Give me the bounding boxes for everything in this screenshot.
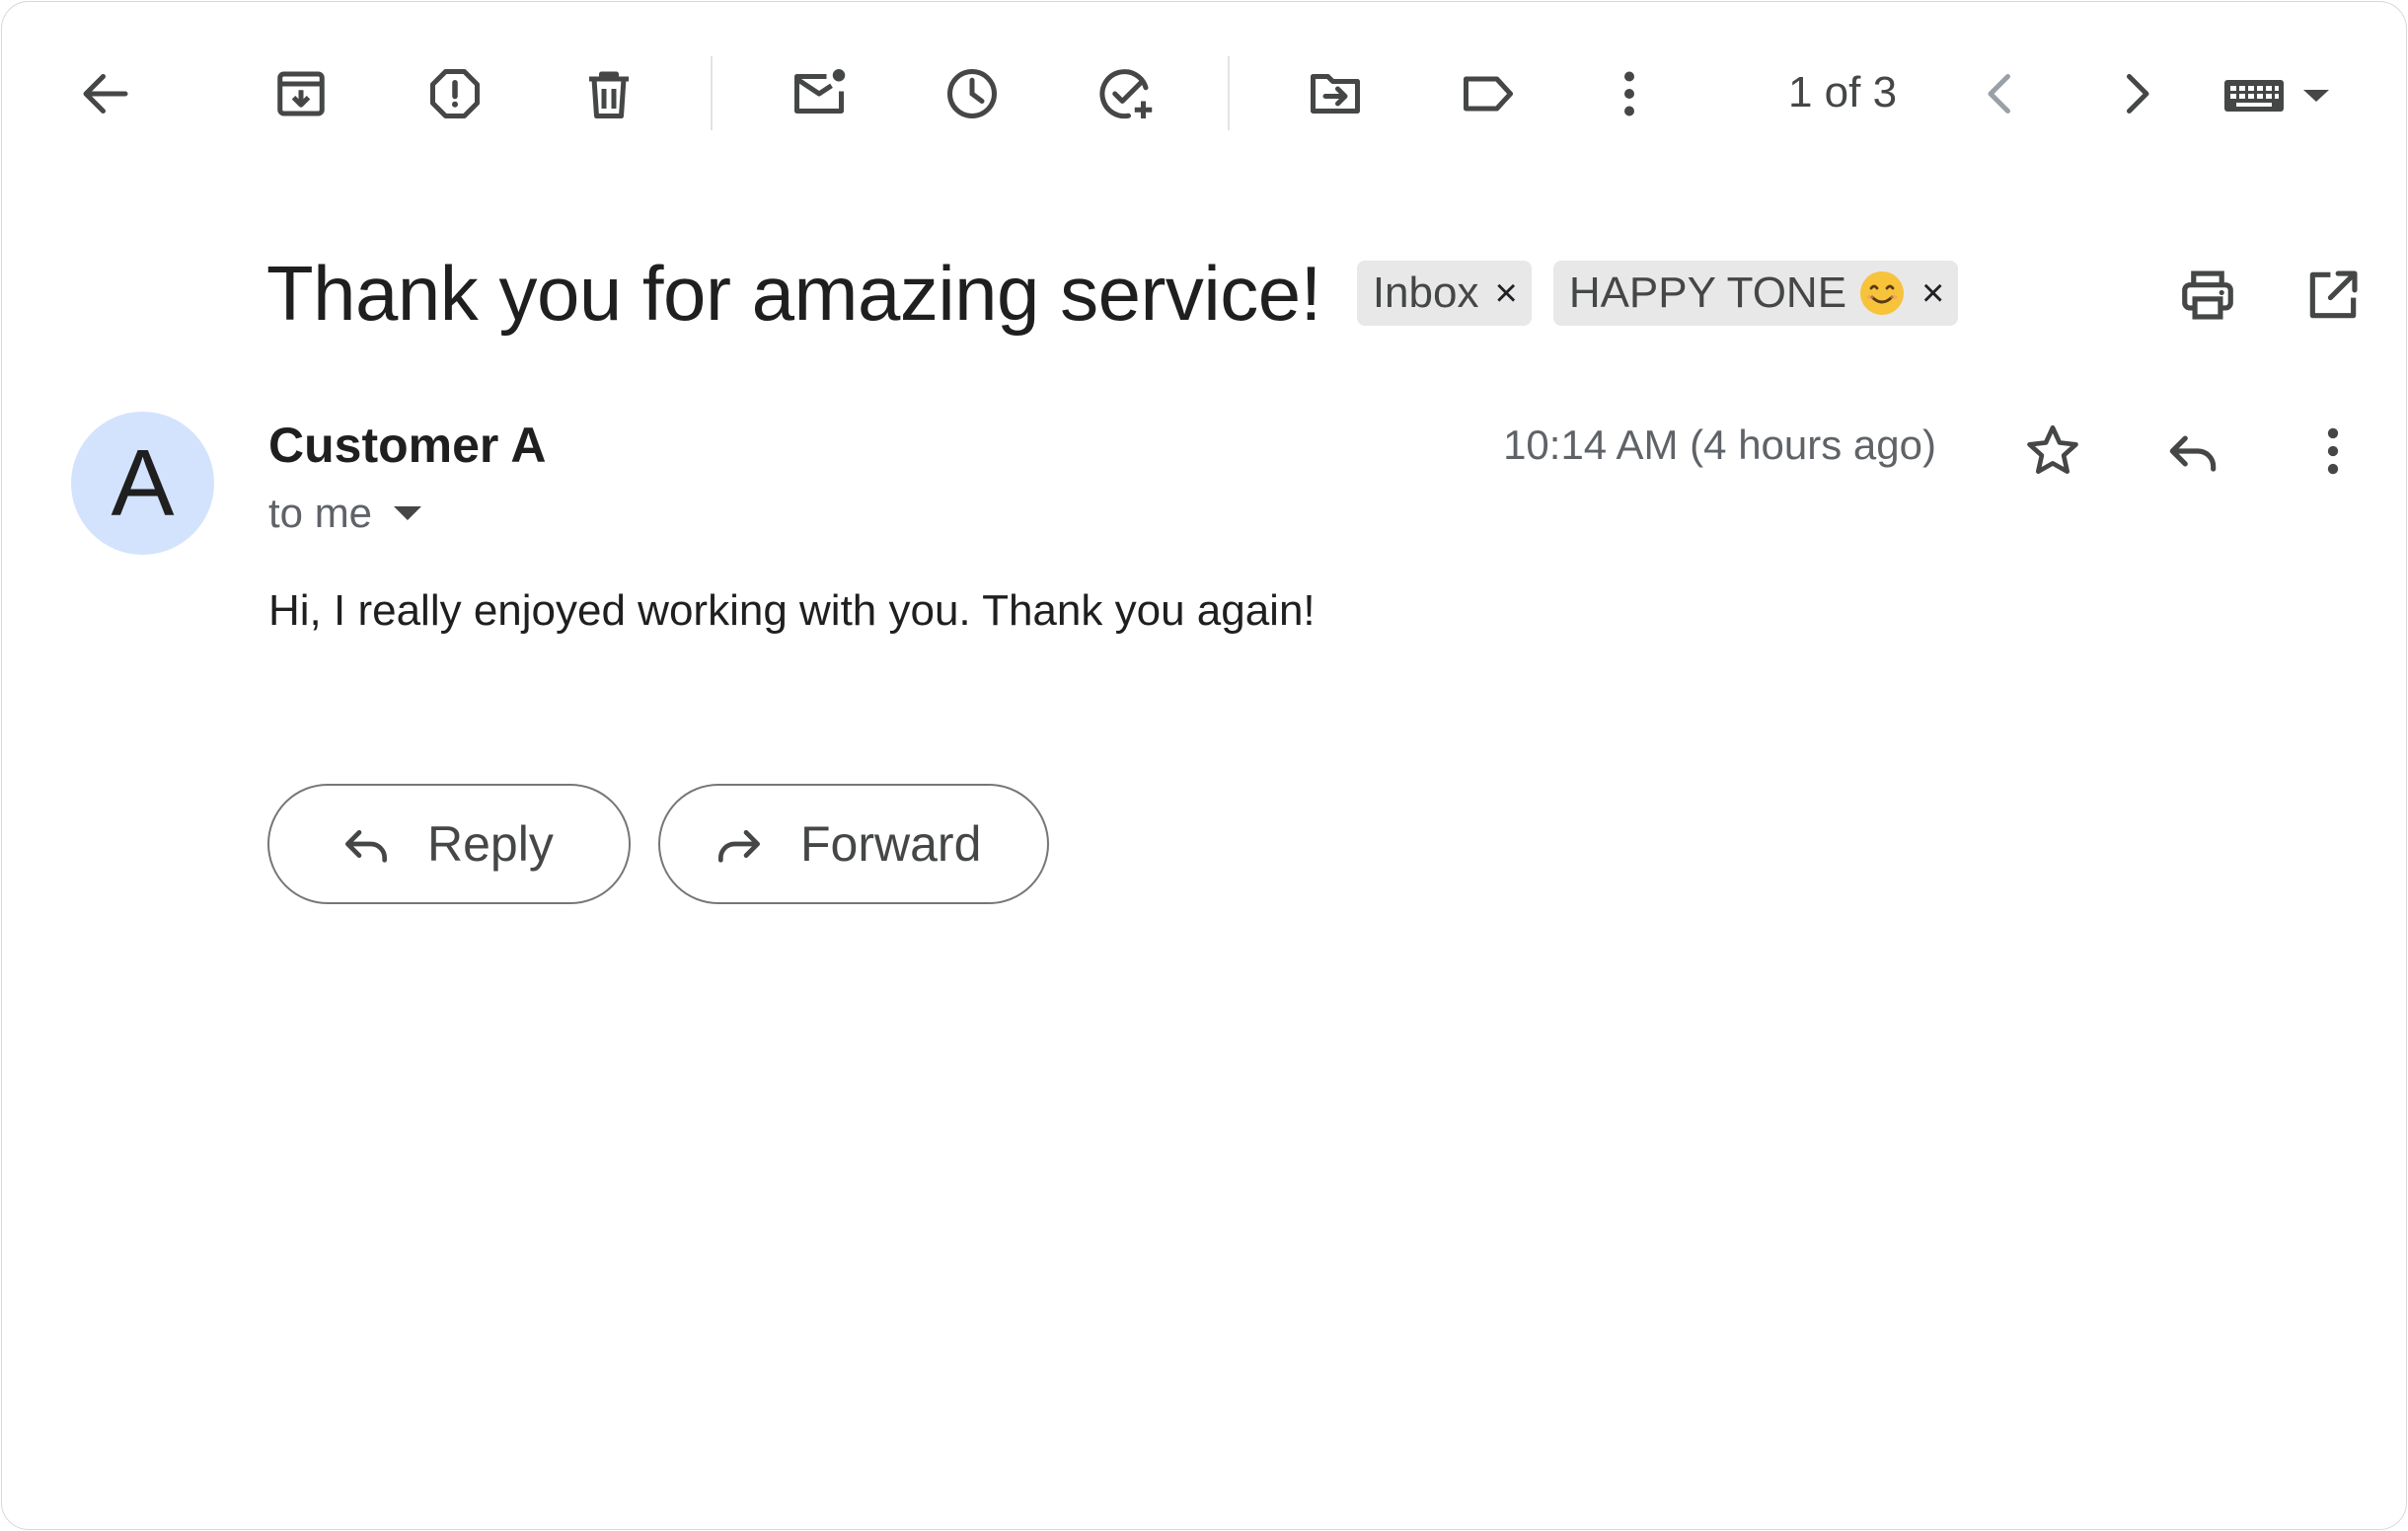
arrow-left-icon: [83, 74, 128, 114]
archive-button[interactable]: [257, 49, 345, 138]
trash-icon: [589, 71, 629, 118]
open-in-new-window-button[interactable]: [2294, 256, 2372, 335]
mark-unread-button[interactable]: [775, 49, 864, 138]
keyboard-icon: [2224, 80, 2284, 112]
move-to-button[interactable]: [1291, 49, 1380, 138]
caret-down-icon: [394, 506, 422, 520]
smiling-face-icon: [1860, 271, 1905, 315]
label-icon: [1464, 76, 1513, 112]
star-icon: [2027, 424, 2078, 474]
print-icon: [2182, 270, 2233, 320]
chevron-down-icon: [2303, 90, 2329, 102]
chevron-right-icon: [2127, 74, 2149, 114]
reply-button-label: Reply: [427, 816, 554, 872]
label-chip-text: Inbox: [1372, 268, 1479, 317]
subject-row: Thank you for amazing service! Inbox × H…: [266, 239, 1959, 347]
toolbar: 1 of 3: [2, 2, 2406, 184]
forward-button[interactable]: Forward: [658, 784, 1049, 904]
email-view: 1 of 3 Thank you for amazing service! In…: [1, 1, 2407, 1530]
move-to-folder-icon: [1311, 74, 1360, 114]
recipient-text: to me: [268, 490, 373, 536]
remove-label-button[interactable]: ×: [1494, 271, 1517, 316]
labels-button[interactable]: [1444, 49, 1533, 138]
reply-icon: [2169, 435, 2217, 472]
report-spam-icon: [430, 69, 480, 118]
recipient-details-toggle[interactable]: to me: [268, 490, 422, 537]
print-button[interactable]: [2168, 256, 2247, 335]
mark-unread-icon: [794, 69, 846, 114]
back-button[interactable]: [61, 49, 150, 138]
input-tools-button[interactable]: [2222, 61, 2361, 130]
pager-count: 1 of 3: [1787, 68, 1898, 116]
forward-button-label: Forward: [800, 816, 982, 872]
newer-button[interactable]: [1956, 49, 2045, 138]
reply-icon: [345, 830, 387, 863]
report-spam-button[interactable]: [411, 49, 499, 138]
forward-icon: [718, 830, 760, 863]
label-chip-text: HAPPY TONE: [1568, 268, 1847, 317]
message-body: Hi, I really enjoyed working with you. T…: [268, 586, 1316, 635]
open-in-new-icon: [2309, 270, 2358, 319]
older-button[interactable]: [2092, 49, 2181, 138]
more-options-button[interactable]: [1585, 49, 1674, 138]
clock-icon: [947, 69, 997, 118]
archive-icon: [277, 71, 325, 116]
snooze-button[interactable]: [928, 49, 1016, 138]
sender-name[interactable]: Customer A: [268, 417, 547, 474]
toolbar-divider: [711, 56, 713, 130]
add-task-button[interactable]: [1082, 49, 1170, 138]
chevron-left-icon: [1988, 74, 2010, 114]
reply-button[interactable]: Reply: [267, 784, 631, 904]
more-vert-icon: [1624, 71, 1634, 116]
label-chip-happy-tone[interactable]: HAPPY TONE ×: [1552, 261, 1959, 326]
remove-label-button[interactable]: ×: [1921, 271, 1944, 316]
star-button[interactable]: [2013, 412, 2092, 491]
reply-icon-button[interactable]: [2153, 412, 2232, 491]
email-subject: Thank you for amazing service!: [266, 249, 1321, 337]
toolbar-divider: [1228, 56, 1230, 130]
add-task-icon: [1099, 69, 1153, 119]
message-timestamp: 10:14 AM (4 hours ago): [1503, 421, 1936, 468]
label-chip-inbox[interactable]: Inbox ×: [1356, 261, 1532, 326]
delete-button[interactable]: [564, 49, 653, 138]
more-vert-icon: [2327, 427, 2339, 475]
message-more-button[interactable]: [2294, 412, 2372, 491]
avatar[interactable]: A: [71, 412, 214, 555]
